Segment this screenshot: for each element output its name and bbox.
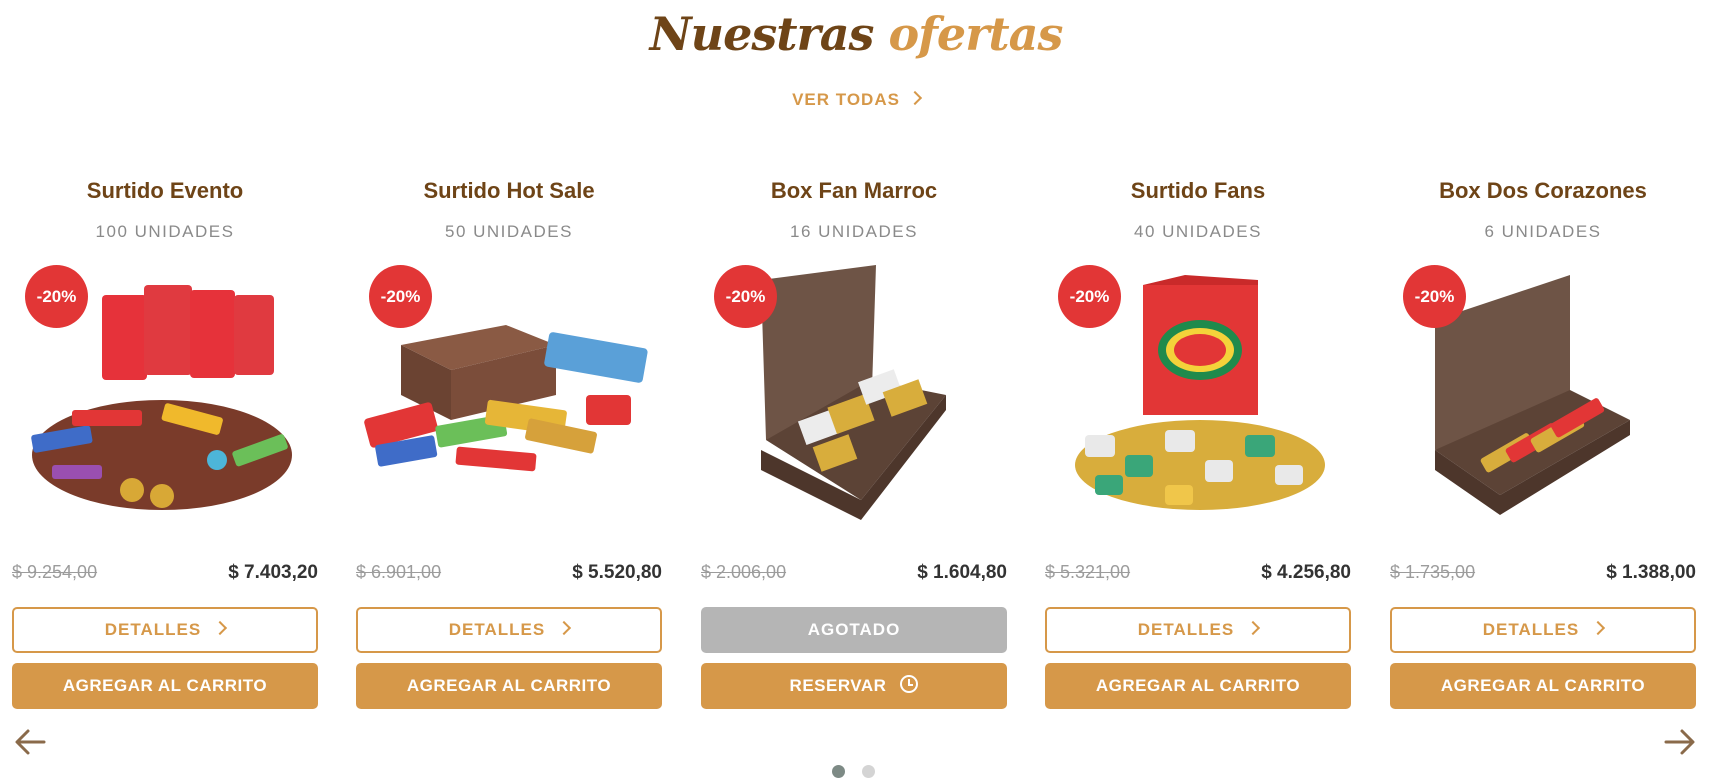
arrow-right-icon[interactable] — [1662, 727, 1696, 757]
details-button-label: DETALLES — [448, 620, 546, 639]
chevron-right-icon — [907, 90, 923, 106]
add-to-cart-label: AGREGAR AL CARRITO — [1095, 676, 1301, 695]
product-card: Box Dos Corazones 6 UNIDADES -20% $ 1.73… — [1390, 170, 1696, 715]
details-button[interactable]: DETALLES — [356, 607, 662, 653]
view-all-label: VER TODAS — [792, 90, 900, 109]
product-units: 40 UNIDADES — [1134, 222, 1262, 241]
sale-price: $ 5.520,80 — [572, 562, 662, 583]
product-units: 16 UNIDADES — [790, 222, 918, 241]
product-name: Surtido Evento — [86, 178, 244, 203]
sale-price: $ 4.256,80 — [1261, 562, 1351, 583]
product-card: Surtido Hot Sale 50 UNIDADES -20% $ 6.90… — [356, 170, 662, 715]
sold-out-label: AGOTADO — [807, 620, 901, 639]
original-price: $ 2.006,00 — [701, 562, 787, 582]
pagination-dot-active[interactable] — [832, 765, 845, 778]
product-card: Surtido Fans 40 UNIDADES -20% $ 5.321,00… — [1045, 170, 1351, 715]
details-button-label: DETALLES — [104, 620, 202, 639]
chevron-right-icon — [1246, 620, 1261, 636]
section-title: Nuestras ofertas — [0, 2, 1712, 66]
discount-badge: -20% — [25, 265, 88, 328]
product-card: Box Fan Marroc 16 UNIDADES -20% $ 2.006,… — [701, 170, 1007, 715]
view-all-link[interactable]: VER TODAS — [0, 90, 1712, 110]
details-button-label: DETALLES — [1482, 620, 1580, 639]
section-title-part1: Nuestras — [649, 7, 875, 61]
discount-badge: -20% — [369, 265, 432, 328]
add-to-cart-label: AGREGAR AL CARRITO — [1440, 676, 1646, 695]
pagination-dot[interactable] — [862, 765, 875, 778]
sale-price: $ 7.403,20 — [228, 562, 318, 583]
product-name: Box Fan Marroc — [770, 178, 938, 203]
add-to-cart-label: AGREGAR AL CARRITO — [406, 676, 612, 695]
sold-out-button: AGOTADO — [701, 607, 1007, 653]
original-price: $ 5.321,00 — [1045, 562, 1131, 582]
discount-badge: -20% — [1403, 265, 1466, 328]
discount-badge: -20% — [1058, 265, 1121, 328]
add-to-cart-button[interactable]: AGREGAR AL CARRITO — [1045, 663, 1351, 709]
sale-price: $ 1.388,00 — [1606, 562, 1696, 583]
chevron-right-icon — [213, 620, 228, 636]
reserve-label: RESERVAR — [789, 676, 887, 695]
chevron-right-icon — [1591, 620, 1606, 636]
product-name: Surtido Hot Sale — [423, 178, 595, 203]
product-name: Surtido Fans — [1130, 178, 1266, 203]
chevron-right-icon — [557, 620, 572, 636]
discount-badge: -20% — [714, 265, 777, 328]
product-card: Surtido Evento 100 UNIDADES -20% $ 9.254… — [12, 170, 318, 715]
arrow-left-icon[interactable] — [14, 727, 48, 757]
sale-price: $ 1.604,80 — [917, 562, 1007, 583]
details-button[interactable]: DETALLES — [1045, 607, 1351, 653]
add-to-cart-button[interactable]: AGREGAR AL CARRITO — [12, 663, 318, 709]
add-to-cart-label: AGREGAR AL CARRITO — [62, 676, 268, 695]
clock-icon — [900, 675, 919, 693]
original-price: $ 6.901,00 — [356, 562, 442, 582]
product-units: 50 UNIDADES — [445, 222, 573, 241]
add-to-cart-button[interactable]: AGREGAR AL CARRITO — [1390, 663, 1696, 709]
original-price: $ 9.254,00 — [12, 562, 98, 582]
details-button-label: DETALLES — [1137, 620, 1235, 639]
section-title-part2: ofertas — [888, 7, 1063, 61]
details-button[interactable]: DETALLES — [12, 607, 318, 653]
reserve-button[interactable]: RESERVAR — [701, 663, 1007, 709]
add-to-cart-button[interactable]: AGREGAR AL CARRITO — [356, 663, 662, 709]
details-button[interactable]: DETALLES — [1390, 607, 1696, 653]
product-units: 100 UNIDADES — [95, 222, 235, 241]
original-price: $ 1.735,00 — [1390, 562, 1476, 582]
product-units: 6 UNIDADES — [1484, 222, 1602, 241]
product-name: Box Dos Corazones — [1439, 178, 1647, 203]
